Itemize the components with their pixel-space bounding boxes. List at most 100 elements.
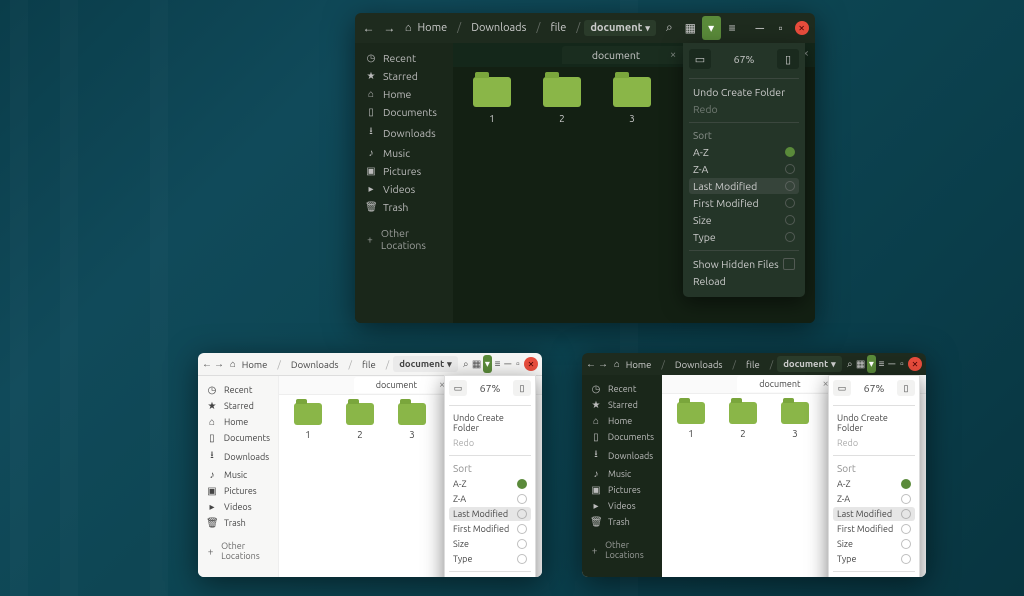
sidebar-item-other-locations[interactable]: +Other Locations xyxy=(586,538,658,562)
sidebar-item-pictures[interactable]: ▣Pictures xyxy=(202,483,274,499)
sort-az[interactable]: A-Z xyxy=(449,477,531,491)
sidebar-item-videos[interactable]: ▸Videos xyxy=(586,498,658,514)
crumb-file[interactable]: file xyxy=(544,20,572,36)
zoom-out-button[interactable]: ▭ xyxy=(689,49,711,69)
folder-item[interactable]: 2 xyxy=(724,402,762,569)
crumb-home[interactable]: Home xyxy=(236,357,274,372)
sidebar-item-music[interactable]: ♪Music xyxy=(586,466,658,482)
sort-az[interactable]: A-Z xyxy=(689,144,799,160)
sidebar-item-starred[interactable]: ★Starred xyxy=(359,67,449,85)
sidebar-item-home[interactable]: ⌂Home xyxy=(359,85,449,103)
sort-first-modified[interactable]: First Modified xyxy=(449,522,531,536)
sidebar-item-starred[interactable]: ★Starred xyxy=(202,398,274,414)
zoom-in-button[interactable]: ▯ xyxy=(777,49,799,69)
menu-undo[interactable]: Undo Create Folder xyxy=(689,84,799,100)
sort-za[interactable]: Z-A xyxy=(689,161,799,177)
hamburger-menu-button[interactable]: ≡ xyxy=(878,355,886,373)
view-options-button[interactable]: ▾ xyxy=(867,355,875,373)
sort-last-modified[interactable]: Last Modified xyxy=(833,507,915,521)
maximize-button[interactable]: ▫ xyxy=(771,16,790,40)
crumb-file[interactable]: file xyxy=(356,357,382,372)
grid-view-button[interactable]: ▦ xyxy=(472,355,481,373)
sidebar-item-recent[interactable]: ◷Recent xyxy=(586,381,658,397)
sidebar-item-documents[interactable]: ▯Documents xyxy=(586,429,658,445)
hamburger-menu-button[interactable]: ≡ xyxy=(723,16,742,40)
hamburger-menu-button[interactable]: ≡ xyxy=(494,355,502,373)
forward-button[interactable]: → xyxy=(380,16,399,40)
sidebar-item-trash[interactable]: 🗑Trash xyxy=(202,515,274,531)
close-window-button[interactable]: ✕ xyxy=(908,355,922,373)
sidebar-item-pictures[interactable]: ▣Pictures xyxy=(359,162,449,180)
maximize-button[interactable]: ▫ xyxy=(514,355,522,373)
grid-view-button[interactable]: ▦ xyxy=(856,355,865,373)
sort-size[interactable]: Size xyxy=(689,212,799,228)
sidebar-item-recent[interactable]: ◷Recent xyxy=(359,49,449,67)
menu-show-hidden[interactable]: Show Hidden Files xyxy=(689,256,799,272)
minimize-button[interactable]: ─ xyxy=(504,355,512,373)
back-button[interactable]: ← xyxy=(202,355,212,373)
sidebar-item-downloads[interactable]: ⭳Downloads xyxy=(202,446,274,467)
back-button[interactable]: ← xyxy=(586,355,596,373)
folder-item[interactable]: 1 xyxy=(289,403,327,569)
sidebar-item-home[interactable]: ⌂Home xyxy=(586,413,658,429)
folder-item[interactable]: 2 xyxy=(341,403,379,569)
back-button[interactable]: ← xyxy=(359,16,378,40)
menu-reload[interactable]: Reload xyxy=(689,273,799,289)
sidebar-item-other-locations[interactable]: +Other Locations xyxy=(359,224,449,254)
sort-za[interactable]: Z-A xyxy=(833,492,915,506)
sidebar-item-trash[interactable]: 🗑Trash xyxy=(359,198,449,216)
folder-item[interactable]: 2 xyxy=(537,77,587,313)
sort-first-modified[interactable]: First Modified xyxy=(833,522,915,536)
zoom-out-button[interactable]: ▭ xyxy=(833,380,851,396)
zoom-out-button[interactable]: ▭ xyxy=(449,380,467,396)
crumb-downloads[interactable]: Downloads xyxy=(669,357,729,372)
crumb-home[interactable]: Home xyxy=(620,357,658,372)
folder-item[interactable]: 3 xyxy=(607,77,657,313)
sort-az[interactable]: A-Z xyxy=(833,477,915,491)
minimize-button[interactable]: ─ xyxy=(888,355,896,373)
sidebar-item-documents[interactable]: ▯Documents xyxy=(359,103,449,121)
sidebar-item-pictures[interactable]: ▣Pictures xyxy=(586,482,658,498)
sidebar-item-music[interactable]: ♪Music xyxy=(359,144,449,162)
sort-last-modified[interactable]: Last Modified xyxy=(689,178,799,194)
sidebar-item-videos[interactable]: ▸Videos xyxy=(202,499,274,515)
crumb-file[interactable]: file xyxy=(740,357,766,372)
grid-view-button[interactable]: ▦ xyxy=(681,16,700,40)
forward-button[interactable]: → xyxy=(214,355,224,373)
folder-item[interactable]: 3 xyxy=(393,403,431,569)
folder-item[interactable]: 1 xyxy=(467,77,517,313)
sidebar-item-other-locations[interactable]: +Other Locations xyxy=(202,539,274,563)
sort-first-modified[interactable]: First Modified xyxy=(689,195,799,211)
sort-last-modified[interactable]: Last Modified xyxy=(449,507,531,521)
folder-item[interactable]: 1 xyxy=(672,402,710,569)
sort-size[interactable]: Size xyxy=(449,537,531,551)
close-window-button[interactable]: ✕ xyxy=(792,16,811,40)
zoom-in-button[interactable]: ▯ xyxy=(897,380,915,396)
zoom-in-button[interactable]: ▯ xyxy=(513,380,531,396)
sidebar-item-music[interactable]: ♪Music xyxy=(202,467,274,483)
crumb-home[interactable]: Home xyxy=(411,20,453,36)
sidebar-item-recent[interactable]: ◷Recent xyxy=(202,382,274,398)
sort-type[interactable]: Type xyxy=(833,552,915,566)
crumb-downloads[interactable]: Downloads xyxy=(285,357,345,372)
search-button[interactable]: ⌕ xyxy=(462,355,470,373)
close-window-button[interactable]: ✕ xyxy=(524,355,538,373)
view-options-button[interactable]: ▾ xyxy=(483,355,491,373)
folder-item[interactable]: 3 xyxy=(776,402,814,569)
maximize-button[interactable]: ▫ xyxy=(898,355,906,373)
sidebar-item-starred[interactable]: ★Starred xyxy=(586,397,658,413)
sidebar-item-videos[interactable]: ▸Videos xyxy=(359,180,449,198)
minimize-button[interactable]: ─ xyxy=(750,16,769,40)
sort-type[interactable]: Type xyxy=(449,552,531,566)
crumb-document[interactable]: document▾ xyxy=(393,356,457,372)
crumb-downloads[interactable]: Downloads xyxy=(465,20,532,36)
crumb-document[interactable]: document▾ xyxy=(777,356,841,372)
sidebar-item-downloads[interactable]: ⭳Downloads xyxy=(586,445,658,466)
sidebar-item-downloads[interactable]: ⭳Downloads xyxy=(359,121,449,144)
forward-button[interactable]: → xyxy=(598,355,608,373)
sort-type[interactable]: Type xyxy=(689,229,799,245)
sort-za[interactable]: Z-A xyxy=(449,492,531,506)
close-tab-button[interactable]: × xyxy=(670,49,676,61)
sidebar-item-trash[interactable]: 🗑Trash xyxy=(586,514,658,530)
view-options-button[interactable]: ▾ xyxy=(702,16,721,40)
